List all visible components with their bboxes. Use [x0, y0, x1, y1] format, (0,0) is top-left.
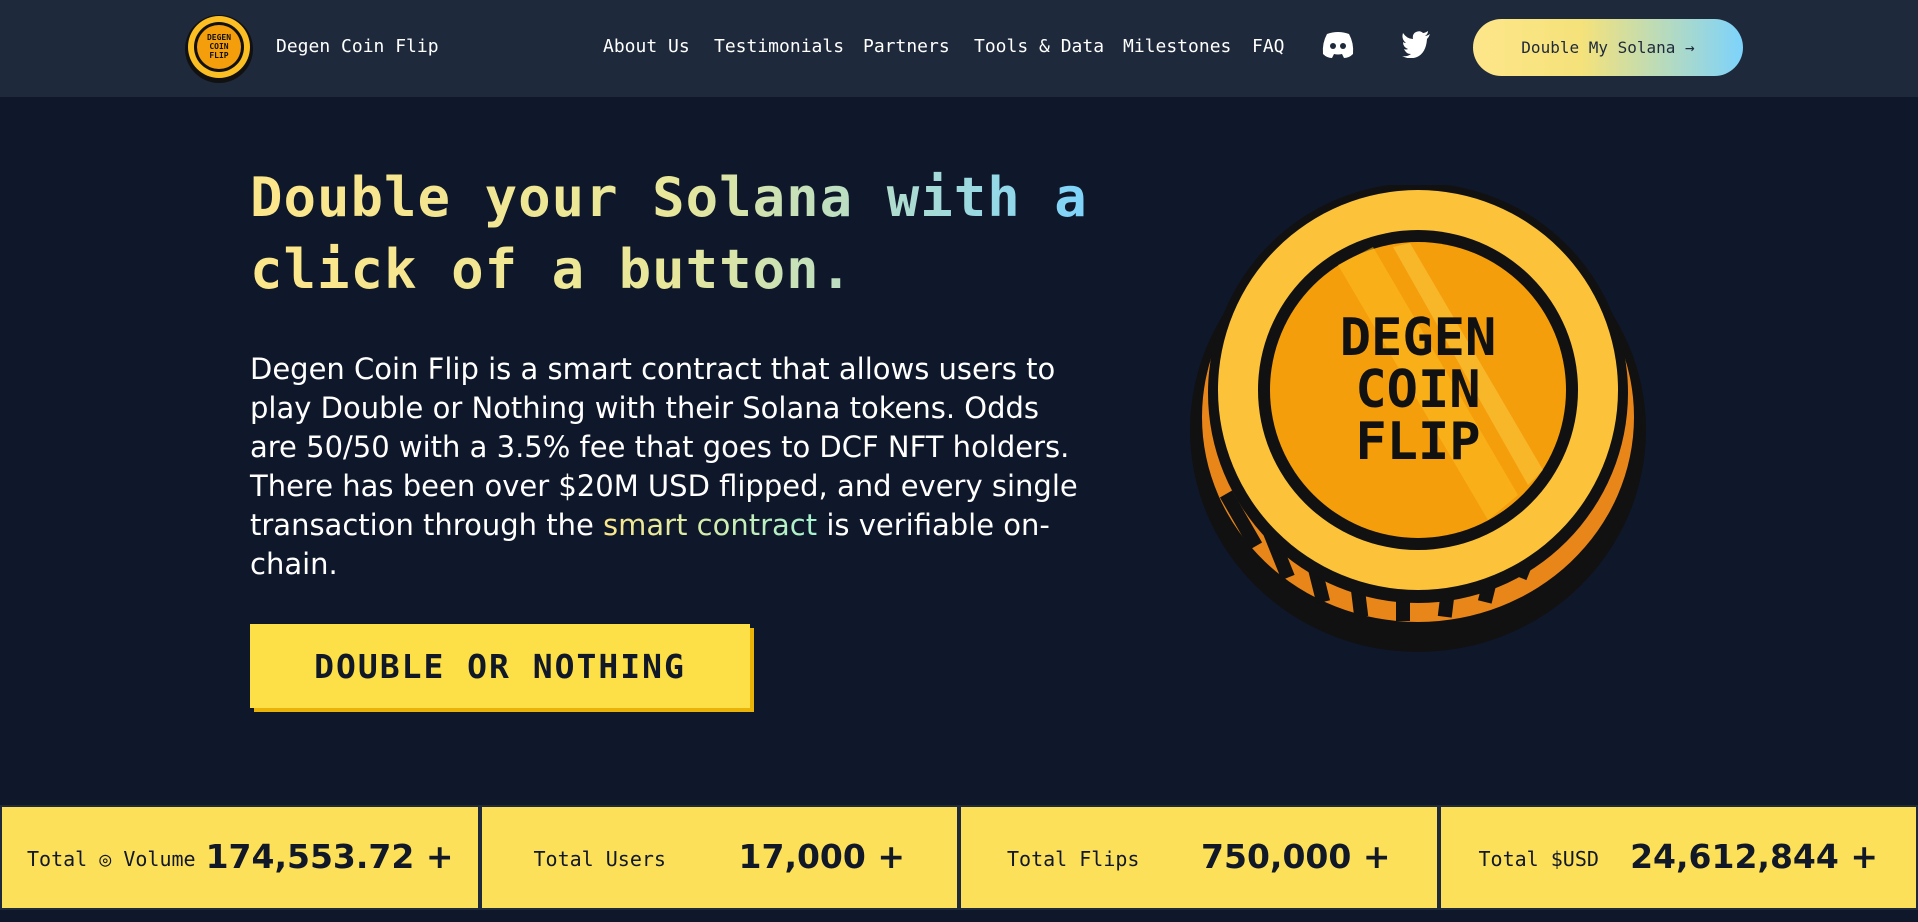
nav-testimonials[interactable]: Testimonials	[714, 36, 844, 57]
nav-tools-data[interactable]: Tools & Data	[974, 36, 1104, 57]
stat-value: 24,612,844 +	[1630, 837, 1878, 876]
discord-icon[interactable]	[1321, 30, 1355, 60]
coin-text-line-1: DEGEN	[1340, 308, 1497, 368]
stat-value: 750,000 +	[1201, 837, 1391, 876]
stats-bar: Total ◎ Volume 174,553.72 + Total Users …	[0, 805, 1918, 910]
stat-total-flips: Total Flips 750,000 +	[959, 805, 1439, 910]
logo-text-line-2: COIN	[209, 42, 228, 51]
smart-contract-link[interactable]: smart contract	[603, 508, 817, 542]
stat-value: 17,000 +	[738, 837, 905, 876]
nav-about-us[interactable]: About Us	[603, 36, 690, 57]
nav-milestones[interactable]: Milestones	[1123, 36, 1231, 57]
hero-description: Degen Coin Flip is a smart contract that…	[250, 350, 1090, 584]
nav-partners[interactable]: Partners	[863, 36, 950, 57]
stat-value: 174,553.72 +	[205, 837, 454, 876]
stat-label: Total Flips	[1007, 847, 1140, 871]
double-my-solana-button[interactable]: Double My Solana →	[1473, 19, 1743, 76]
brand-name[interactable]: Degen Coin Flip	[276, 36, 439, 57]
twitter-icon[interactable]	[1401, 30, 1435, 60]
nav-faq[interactable]: FAQ	[1252, 36, 1285, 57]
coin-text-line-2: COIN	[1355, 360, 1480, 420]
stat-total-users: Total Users 17,000 +	[479, 805, 959, 910]
site-header: DEGEN COIN FLIP Degen Coin Flip About Us…	[0, 0, 1918, 97]
logo-text-line-1: DEGEN	[207, 33, 231, 42]
coin-logo-icon: DEGEN COIN FLIP	[185, 15, 253, 83]
hero-title: Double your Solana with a click of a but…	[250, 162, 1090, 306]
coin-icon: DEGEN COIN FLIP	[1190, 183, 1646, 652]
stat-label: Total ◎ Volume	[27, 847, 196, 871]
stat-label: Total Users	[533, 847, 666, 871]
stat-total-usd: Total $USD 24,612,844 +	[1438, 805, 1918, 910]
stat-label: Total $USD	[1478, 847, 1599, 871]
hero-coin-illustration: DEGEN COIN FLIP	[1188, 183, 1648, 655]
coin-text-line-3: FLIP	[1355, 412, 1480, 472]
stat-total-volume: Total ◎ Volume 174,553.72 +	[0, 805, 480, 910]
double-or-nothing-button[interactable]: DOUBLE OR NOTHING	[250, 624, 750, 708]
logo[interactable]: DEGEN COIN FLIP	[184, 13, 254, 83]
logo-text-line-3: FLIP	[209, 51, 228, 60]
